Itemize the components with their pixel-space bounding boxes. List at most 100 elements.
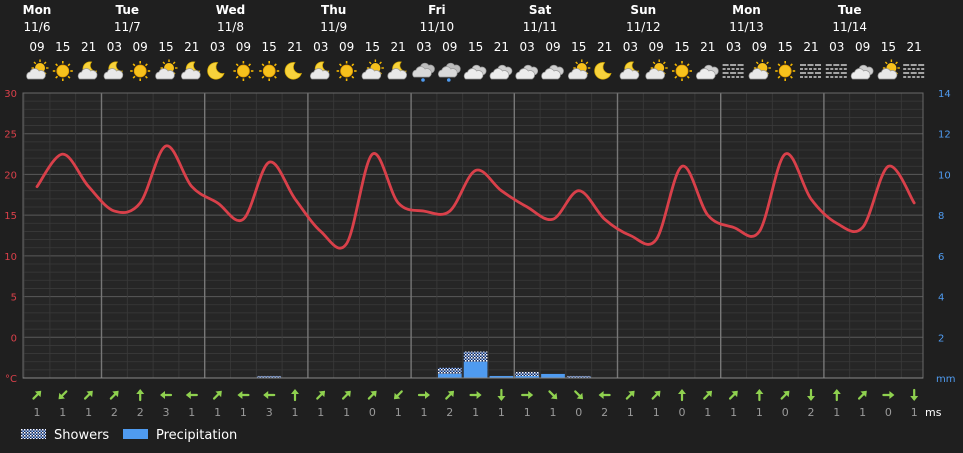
wind-speed-value: 0: [782, 406, 789, 419]
moon-cloud-icon: [104, 62, 123, 79]
wind-speed-value: 1: [756, 406, 763, 419]
hour-label: 15: [158, 40, 173, 54]
day-label: Tue: [838, 3, 862, 17]
day-label: Thu: [321, 3, 346, 17]
hour-label: 15: [778, 40, 793, 54]
moon-cloud-icon: [78, 62, 97, 79]
chart-canvas: Mon11/6Tue11/7Wed11/8Thu11/9Fri11/10Sat1…: [0, 0, 963, 449]
hour-label: 03: [726, 40, 741, 54]
hour-label: 21: [287, 40, 302, 54]
cloud-icon: [542, 65, 564, 79]
wind-speed-value: 1: [395, 406, 402, 419]
wind-speed-value: 1: [472, 406, 479, 419]
date-label: 11/14: [832, 20, 867, 34]
wind-speed-value: 0: [885, 406, 892, 419]
hour-label: 15: [881, 40, 896, 54]
sun-icon: [53, 61, 73, 81]
wind-arrow: [883, 391, 894, 399]
hour-label: 03: [416, 40, 431, 54]
legend-precipitation-swatch: [123, 429, 148, 439]
cloud-rain-icon: [438, 63, 460, 82]
day-label: Tue: [116, 3, 140, 17]
y-right-tick: 6: [938, 252, 944, 263]
wind-arrow: [779, 388, 792, 401]
sun-cloud-icon: [568, 60, 590, 80]
wind-speed-value: 1: [421, 406, 428, 419]
wind-arrow: [807, 390, 815, 401]
wind-arrow: [833, 389, 841, 400]
date-label: 11/9: [320, 20, 347, 34]
wind-speed-value: 3: [266, 406, 273, 419]
wind-speed-value: 2: [111, 406, 118, 419]
hour-label: 21: [494, 40, 509, 54]
wind-arrow: [443, 388, 456, 401]
sun-icon: [130, 61, 150, 81]
sun-cloud-icon: [362, 60, 384, 80]
y-right-tick: 2: [938, 333, 944, 344]
hour-label: 21: [907, 40, 922, 54]
hour-label: 09: [236, 40, 251, 54]
sun-cloud-icon: [646, 60, 668, 80]
wind-speed-value: 1: [240, 406, 247, 419]
wind-speed-value: 1: [653, 406, 660, 419]
y-left-tick: 0: [11, 333, 17, 344]
hour-label: 21: [803, 40, 818, 54]
wind-arrow: [136, 389, 144, 400]
y-left-tick: 25: [4, 130, 17, 141]
wind-arrow: [755, 389, 763, 400]
sun-cloud-icon: [878, 60, 900, 80]
wind-arrow: [211, 388, 224, 401]
wind-speed-value: 1: [833, 406, 840, 419]
hour-label: 09: [133, 40, 148, 54]
day-label: Mon: [23, 3, 52, 17]
hour-label: 15: [55, 40, 70, 54]
y-left-tick: 30: [4, 89, 17, 100]
moon-cloud-icon: [181, 62, 200, 79]
date-label: 11/6: [24, 20, 51, 34]
wind-arrow: [186, 391, 197, 399]
hour-label: 09: [545, 40, 560, 54]
wind-arrow: [727, 388, 740, 401]
wind-speed-value: 1: [859, 406, 866, 419]
hour-label: 09: [339, 40, 354, 54]
wind-speed-value: 1: [85, 406, 92, 419]
wind-speed-value: 2: [808, 406, 815, 419]
y-right-tick: 8: [938, 211, 944, 222]
wind-arrow: [291, 389, 299, 400]
fog-icon: [800, 65, 822, 77]
day-label: Wed: [216, 3, 246, 17]
fog-icon: [826, 65, 848, 77]
precipitation-bar: [464, 362, 488, 378]
hour-label: 03: [623, 40, 638, 54]
hour-label: 21: [81, 40, 96, 54]
showers-bar: [515, 372, 539, 376]
y-left-tick: 20: [4, 170, 17, 181]
hour-label: 03: [107, 40, 122, 54]
wind-arrow: [910, 390, 918, 401]
wind-speed-value: 2: [446, 406, 453, 419]
hour-label: 03: [829, 40, 844, 54]
wind-speed-value: 3: [163, 406, 170, 419]
wind-speed-value: 1: [704, 406, 711, 419]
weather-forecast-chart: Mon11/6Tue11/7Wed11/8Thu11/9Fri11/10Sat1…: [0, 0, 963, 449]
hour-label: 15: [365, 40, 380, 54]
moon-icon: [208, 62, 224, 79]
wind-arrow: [263, 391, 274, 399]
wind-unit: ms: [925, 406, 942, 419]
wind-arrow: [314, 388, 327, 401]
wind-arrow: [497, 390, 505, 401]
wind-arrow: [31, 388, 44, 401]
moon-icon: [595, 62, 611, 79]
legend-showers-label: Showers: [54, 428, 109, 443]
showers-bar: [438, 368, 462, 374]
wind-speed-value: 2: [601, 406, 608, 419]
cloud-icon: [464, 65, 486, 79]
cloud-icon: [490, 65, 512, 79]
wind-speed-value: 1: [911, 406, 918, 419]
wind-arrow: [56, 389, 69, 402]
wind-arrow: [572, 389, 585, 402]
wind-arrow: [471, 391, 482, 399]
hour-label: 03: [313, 40, 328, 54]
hour-label: 03: [520, 40, 535, 54]
wind-speed-value: 1: [292, 406, 299, 419]
